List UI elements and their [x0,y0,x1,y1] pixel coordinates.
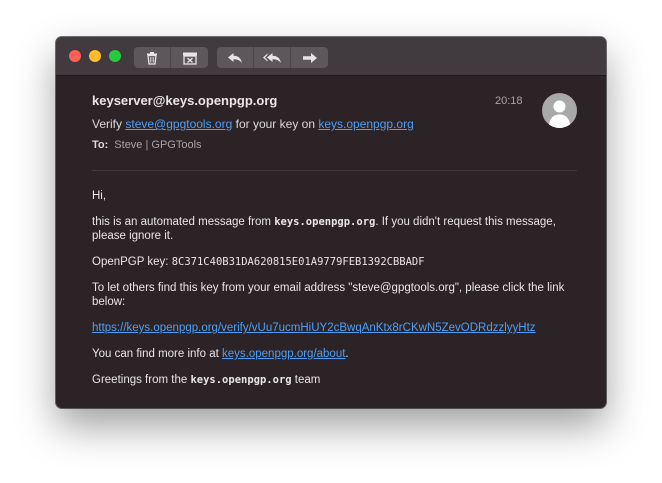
notice-text-a: this is an automated message from [92,216,271,228]
closing-text-a: Greetings from the [92,374,188,386]
sender-address[interactable]: keyserver@keys.openpgp.org [92,93,277,108]
subject-domain-link[interactable]: keys.openpgp.org [318,117,413,131]
delete-archive-group [134,47,208,68]
instructions: To let others find this key from your em… [92,282,565,308]
greeting: Hi, [92,190,107,202]
recipient-row: To: Steve | GPGTools [92,139,202,151]
reply-all-icon [263,52,281,63]
more-info-link[interactable]: keys.openpgp.org/about [222,348,345,360]
reply-icon [228,52,242,63]
closing-text-b: team [294,374,321,386]
subject-prefix: Verify [92,117,123,131]
archive-icon [182,52,197,65]
automated-notice: this is an automated message from keys.o… [92,215,577,243]
close-window-button[interactable] [69,50,81,62]
avatar [542,93,577,128]
zoom-window-button[interactable] [109,50,121,62]
recipient-name[interactable]: Steve | GPGTools [114,139,201,151]
archive-button[interactable] [171,47,208,68]
forward-button[interactable] [291,47,328,68]
more-info-period: . [345,348,349,360]
delete-button[interactable] [134,47,171,68]
mail-window: keyserver@keys.openpgp.org 20:18 Verify … [56,37,606,408]
reply-button[interactable] [217,47,254,68]
closing: Greetings from the keys.openpgp.org team [92,373,577,387]
header-divider [92,170,577,171]
more-info-text: You can find more info at [92,348,219,360]
to-label: To: [92,139,109,151]
minimize-window-button[interactable] [89,50,101,62]
key-fingerprint: 8C371C40B31DA620815E01A9779FEB1392CBBADF [171,256,425,268]
subject-email-link[interactable]: steve@gpgtools.org [125,117,232,131]
key-line: OpenPGP key: 8C371C40B31DA620815E01A9779… [92,255,577,269]
trash-icon [147,51,157,65]
message-time: 20:18 [495,95,523,107]
key-label: OpenPGP key: [92,256,169,268]
more-info-line: You can find more info at keys.openpgp.o… [92,347,577,361]
reply-forward-group [217,47,328,68]
subject-middle: for your key on [235,117,315,131]
message-subject: Verify steve@gpgtools.org for your key o… [92,117,414,131]
toolbar [56,37,606,76]
verify-line: https://keys.openpgp.org/verify/vUu7ucmH… [92,321,577,335]
forward-icon [302,52,317,63]
person-icon [548,100,571,128]
closing-domain: keys.openpgp.org [190,374,292,386]
notice-domain: keys.openpgp.org [274,216,376,228]
verify-link[interactable]: https://keys.openpgp.org/verify/vUu7ucmH… [92,322,536,334]
reply-all-button[interactable] [254,47,291,68]
